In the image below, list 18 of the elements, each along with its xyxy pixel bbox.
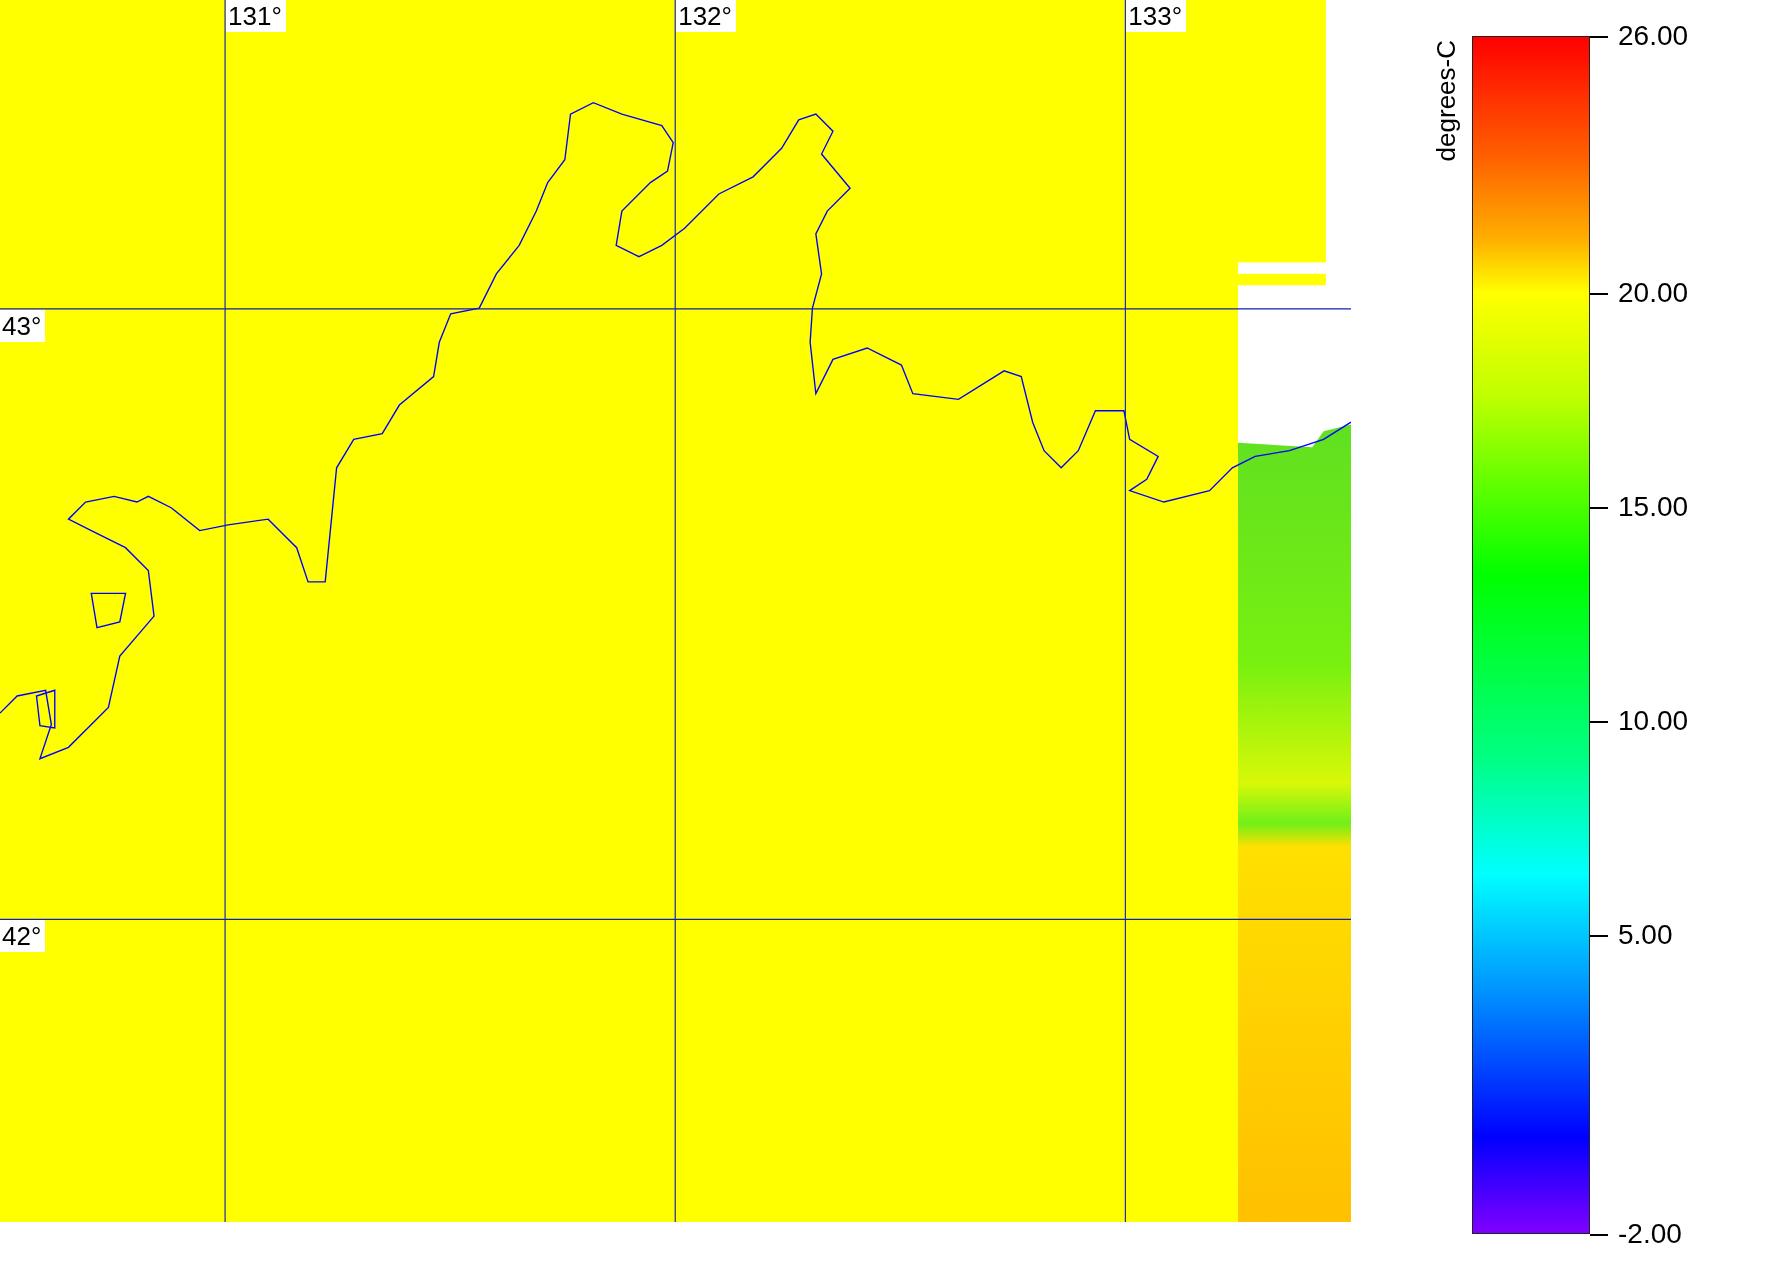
tick-mark <box>1590 506 1608 509</box>
tick-mark <box>1590 36 1608 38</box>
longitude-label: 133° <box>1126 0 1187 32</box>
tick-label: 5.00 <box>1618 918 1673 951</box>
tick-label: -2.00 <box>1618 1218 1682 1250</box>
tick-label: 26.00 <box>1618 20 1689 52</box>
tick-label: 10.00 <box>1618 704 1689 737</box>
latitude-label: 43° <box>0 309 46 342</box>
latitude-label: 42° <box>0 920 46 953</box>
tick-label: 20.00 <box>1618 276 1689 309</box>
tick-mark <box>1590 720 1608 723</box>
colorbar-unit-label: degrees-C <box>1431 40 1462 162</box>
tick-label: 15.00 <box>1618 490 1689 523</box>
longitude-label: 131° <box>226 0 286 32</box>
tick-mark <box>1590 934 1608 937</box>
tick-mark <box>1590 292 1608 295</box>
tick-mark <box>1590 1234 1608 1236</box>
longitude-label: 132° <box>676 0 736 32</box>
